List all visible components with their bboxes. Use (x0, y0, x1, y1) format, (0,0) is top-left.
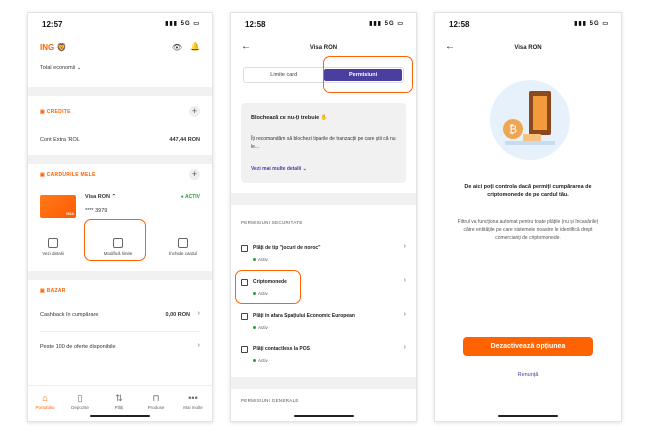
status-signal: ▮▮▮ 5G ▭ (165, 21, 200, 27)
card-number: **** 3979 (85, 208, 108, 214)
status-time: 12:58 (449, 20, 470, 29)
bag-icon: ⊓ (152, 393, 160, 403)
tab-portfolio[interactable]: ⌂ Portofoliu (30, 393, 60, 410)
tab-payments[interactable]: ⇅ Plăți (104, 393, 134, 410)
permission-icon (241, 245, 248, 252)
separator (231, 193, 416, 205)
page-title: Visa RON (309, 45, 338, 51)
permission-status: Activ (253, 325, 268, 330)
add-card-button[interactable]: + (189, 169, 200, 180)
permission-status: Activ (253, 358, 268, 363)
info-card: Blochează ce nu-ți trebuie ✋ Îți recoman… (241, 103, 406, 183)
more-details-link[interactable]: Vezi mai multe detalii ⌄ (251, 166, 307, 172)
status-time: 12:57 (42, 20, 63, 29)
tab-card-limits[interactable]: Limite card (244, 68, 324, 82)
deactivate-button[interactable]: Dezactivează opțiunea (463, 337, 593, 356)
svg-text:₿: ₿ (509, 123, 517, 136)
more-icon: ••• (188, 393, 198, 403)
chevron-right-icon: › (403, 277, 406, 284)
add-credit-button[interactable]: + (189, 106, 200, 117)
status-signal: ▮▮▮ 5G ▭ (369, 21, 404, 27)
separator (28, 271, 212, 280)
cancel-link[interactable]: Renunță (435, 372, 621, 378)
permission-label[interactable]: Plăți contactless la POS (253, 346, 310, 352)
bell-icon[interactable]: 🔔 (190, 42, 200, 51)
eye-icon[interactable]: 👁 (172, 43, 182, 52)
contactless-icon (241, 346, 248, 353)
highlight-permissions-tab (323, 56, 413, 93)
permission-label[interactable]: Plăți în afara Spațiului Economic Europe… (253, 313, 403, 319)
bazar-title: ▣ BAZAR (40, 288, 66, 294)
chevron-right-icon: › (403, 243, 406, 250)
separator (28, 87, 212, 96)
detail-heading: De aici poți controla dacă permiți cumpă… (464, 184, 592, 198)
status-time: 12:58 (245, 20, 266, 29)
home-indicator (90, 415, 150, 417)
security-header: PERMISIUNI SECURITATE (241, 220, 303, 225)
card-thumbnail[interactable]: VISA (40, 195, 76, 218)
chevron-right-icon: › (403, 344, 406, 351)
account-name: Cont Extra 'ROL (40, 137, 80, 143)
permission-status: Activ (253, 257, 268, 262)
detail-body: Filtrul va funcționa automat pentru toat… (457, 219, 599, 241)
status-bar: 12:57 ▮▮▮ 5G ▭ (28, 13, 212, 35)
tab-deposits[interactable]: ▯ Depozite (65, 393, 95, 410)
tab-bar: ⌂ Portofoliu ▯ Depozite ⇅ Plăți ⊓ Produse ••… (28, 385, 212, 421)
card-brand-label: VISA (65, 212, 74, 216)
home-icon: ⌂ (42, 393, 48, 403)
highlight-modify-limits (84, 219, 146, 261)
cards-title: ▣ CARDURILE MELE (40, 172, 96, 178)
cashback-label[interactable]: Cashback în cumpărare (40, 312, 98, 318)
total-savings-dropdown[interactable]: Total economii ⌄ (40, 65, 81, 71)
view-details-button[interactable]: Vezi detalii (30, 238, 76, 256)
home-indicator (498, 415, 558, 417)
card-status: ● ACTIV (180, 194, 200, 200)
info-title: Blochează ce nu-ți trebuie ✋ (251, 115, 328, 121)
card-name[interactable]: Visa RON ⌃ (85, 194, 116, 200)
status-signal: ▮▮▮ 5G ▭ (574, 21, 609, 27)
phone-card-permissions: 12:58 ▮▮▮ 5G ▭ ← Visa RON Limite card Pe… (230, 12, 417, 422)
tab-more[interactable]: ••• Mai multe (178, 393, 208, 410)
transfer-icon: ⇅ (115, 393, 123, 403)
credits-title: ▣ CREDITE (40, 109, 71, 115)
crypto-illustration: ₿ (490, 80, 570, 160)
status-bar: 12:58 ▮▮▮ 5G ▭ (435, 13, 621, 35)
chevron-right-icon: › (197, 342, 200, 349)
offers-label[interactable]: Peste 100 de oferte disponibile (40, 344, 116, 350)
permission-label[interactable]: Plăți de tip "jocuri de noroc" (253, 245, 321, 251)
tab-products[interactable]: ⊓ Produse (141, 393, 171, 410)
phone-crypto-detail: 12:58 ▮▮▮ 5G ▭ ← Visa RON ₿ De aici poți… (434, 12, 622, 422)
separator (231, 377, 416, 389)
chevron-right-icon: › (403, 311, 406, 318)
ing-logo: ING 🦁 (40, 43, 67, 52)
trash-icon (178, 238, 188, 248)
stage: 12:57 ▮▮▮ 5G ▭ ING 🦁 👁 🔔 Total economii … (0, 0, 650, 439)
globe-icon (241, 313, 248, 320)
separator (28, 155, 212, 164)
phone-home-screen: 12:57 ▮▮▮ 5G ▭ ING 🦁 👁 🔔 Total economii … (27, 12, 213, 422)
account-amount: 447,44 RON (169, 137, 200, 143)
info-text: Îți recomandăm să blochezi tiparile de t… (251, 136, 396, 150)
status-bar: 12:58 ▮▮▮ 5G ▭ (231, 13, 416, 35)
highlight-crypto (235, 270, 301, 304)
deposit-icon: ▯ (77, 393, 83, 403)
card-icon (48, 238, 58, 248)
divider (40, 331, 200, 332)
general-header: PERMISIUNI GENERALE (241, 398, 299, 403)
home-indicator (293, 415, 354, 417)
close-card-button[interactable]: Închide cardul (160, 238, 206, 256)
chevron-right-icon: › (197, 310, 200, 317)
cashback-value: 0,00 RON (165, 312, 190, 318)
page-title: Visa RON (514, 45, 542, 51)
